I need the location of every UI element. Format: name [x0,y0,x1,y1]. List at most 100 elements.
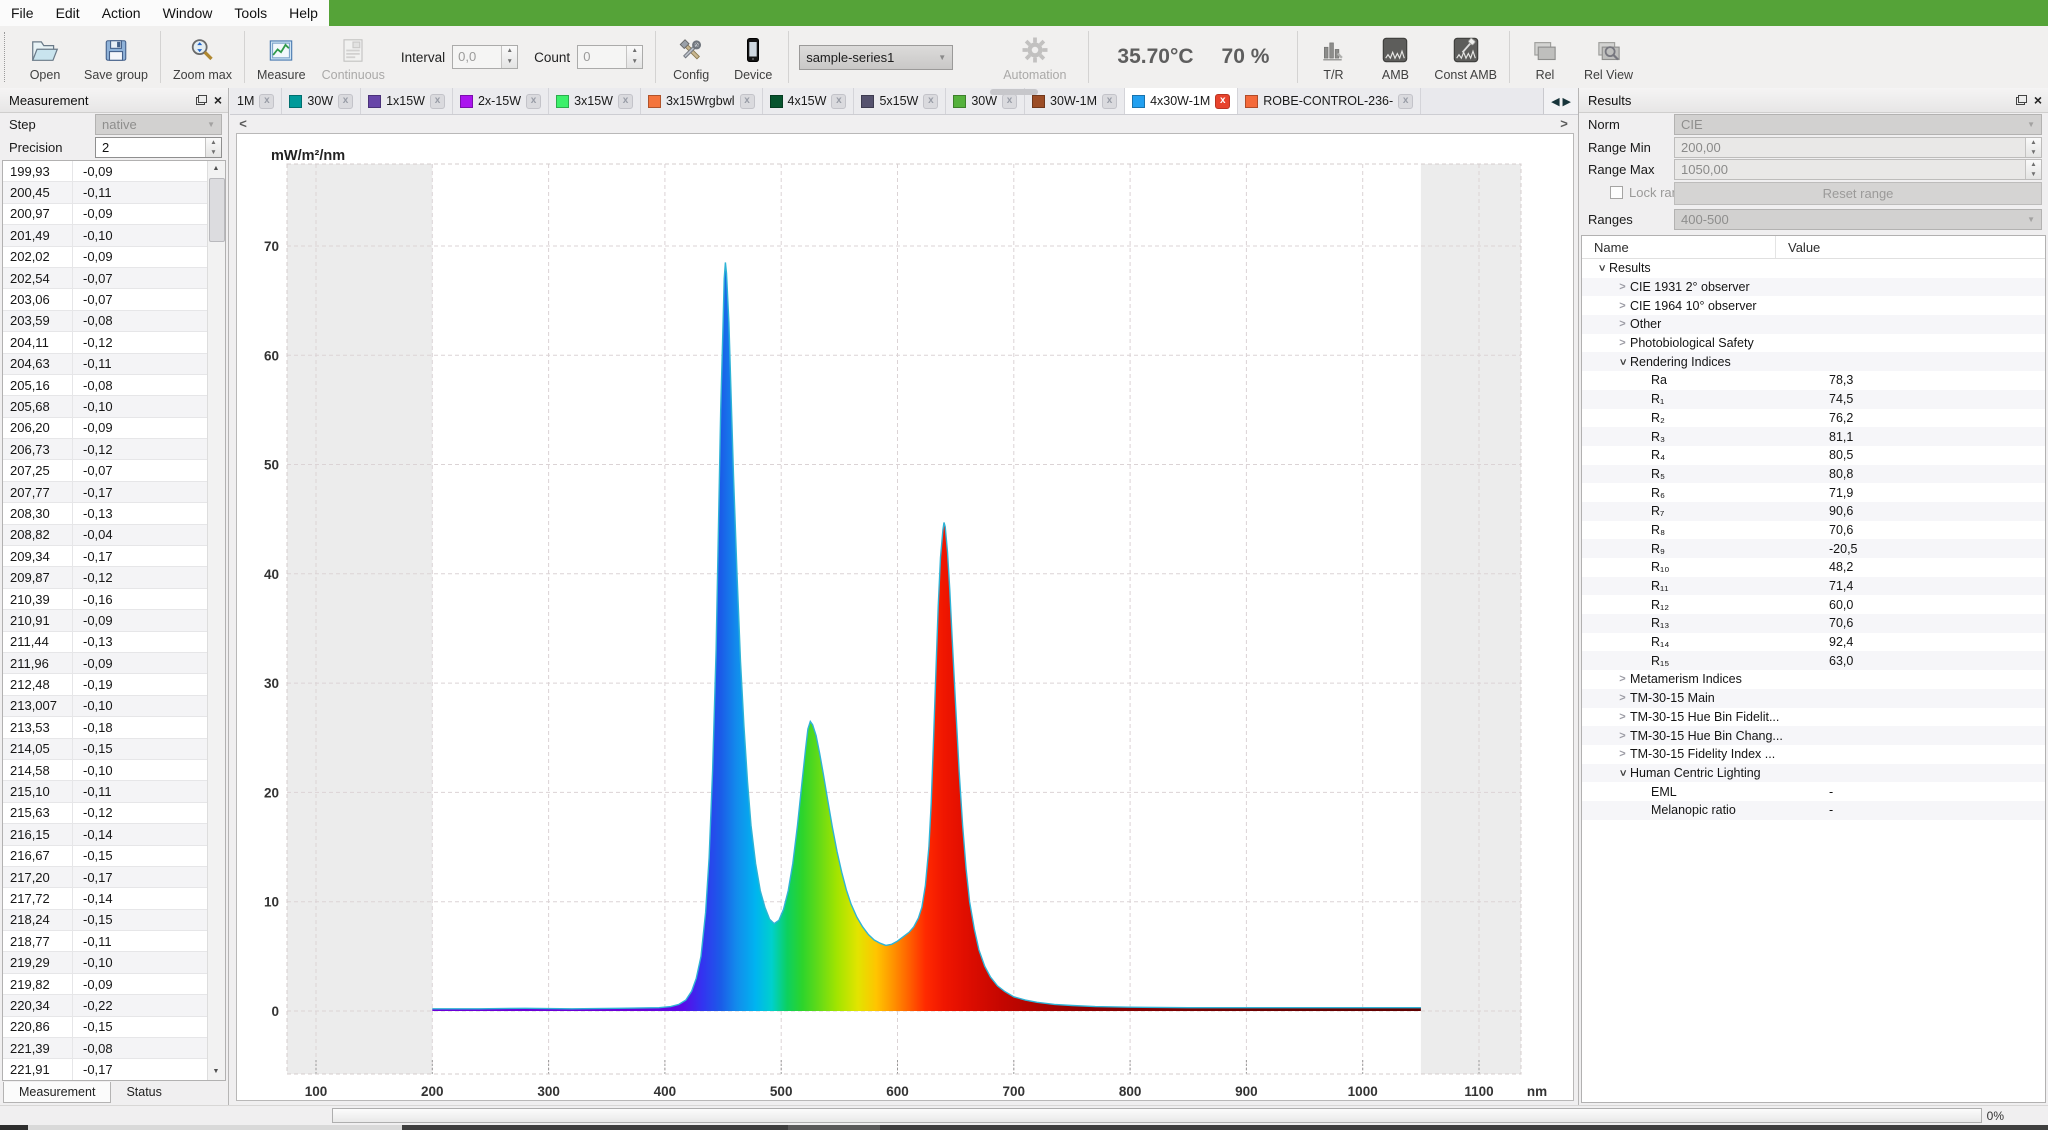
measurement-row[interactable]: 219,82-0,09 [3,974,208,995]
measurement-row[interactable]: 207,77-0,17 [3,482,208,503]
count-input[interactable]: 0 ▲▼ [577,45,643,69]
tree-row[interactable]: Melanopic ratio- [1582,801,2045,820]
menu-item-window[interactable]: Window [152,0,224,26]
measurement-row[interactable]: 210,39-0,16 [3,589,208,610]
scroll-down-icon[interactable]: ▼ [208,1064,224,1080]
tree-row[interactable]: R₁₂60,0 [1582,595,2045,614]
measurement-row[interactable]: 214,05-0,15 [3,739,208,760]
open-button[interactable]: Open [14,26,76,88]
measurement-row[interactable]: 205,16-0,08 [3,375,208,396]
interval-input[interactable]: 0,0 ▲▼ [452,45,518,69]
measurement-row[interactable]: 212,48-0,19 [3,674,208,695]
spin-up-icon[interactable]: ▲ [627,46,642,57]
amb-button[interactable]: AMB [1364,26,1426,88]
measurement-row[interactable]: 208,82-0,04 [3,525,208,546]
close-tab-icon[interactable]: x [1398,94,1413,109]
tree-row[interactable]: >TM-30-15 Main [1582,689,2045,708]
tree-row[interactable]: R₄80,5 [1582,446,2045,465]
menu-item-help[interactable]: Help [278,0,329,26]
series-select[interactable]: sample-series1 ▼ [799,45,953,70]
tree-row[interactable]: >Human Centric Lighting [1582,764,2045,783]
measurement-row[interactable]: 203,59-0,08 [3,311,208,332]
measurement-row[interactable]: 211,44-0,13 [3,632,208,653]
menu-item-action[interactable]: Action [91,0,152,26]
count-spinner[interactable]: ▲▼ [626,46,642,68]
measurement-row[interactable]: 206,20-0,09 [3,418,208,439]
device-button[interactable]: Device [722,26,784,88]
measurement-row[interactable]: 213,53-0,18 [3,717,208,738]
document-tab-2x-15w[interactable]: 2x-15Wx [453,88,549,114]
measurement-row[interactable]: 201,49-0,10 [3,225,208,246]
collapse-arrow-icon[interactable]: > [1617,766,1629,780]
measurement-row[interactable]: 220,86-0,15 [3,1017,208,1038]
scroll-up-icon[interactable]: ▲ [208,161,224,177]
tree-row[interactable]: >TM-30-15 Hue Bin Chang... [1582,726,2045,745]
document-tab-30w-1m[interactable]: 30W-1Mx [1025,88,1125,114]
measurement-row[interactable]: 204,63-0,11 [3,354,208,375]
spin-down-icon[interactable]: ▼ [206,148,221,158]
measurement-row[interactable]: 219,29-0,10 [3,952,208,973]
scrollbar-thumb[interactable] [209,178,225,242]
measurement-row[interactable]: 221,91-0,17 [3,1059,208,1080]
document-tab-3x15wrgbwl[interactable]: 3x15Wrgbwlx [641,88,763,114]
measurement-row[interactable]: 207,25-0,07 [3,460,208,481]
const-amb-button[interactable]: Const AMB [1426,26,1505,88]
norm-select[interactable]: CIE ▼ [1674,114,2042,135]
spin-down-icon[interactable]: ▼ [502,57,517,68]
measurement-row[interactable]: 214,58-0,10 [3,760,208,781]
tree-row[interactable]: R₆71,9 [1582,483,2045,502]
close-tab-icon[interactable]: x [338,94,353,109]
measurement-row[interactable]: 202,54-0,07 [3,268,208,289]
range-max-input[interactable]: 1050,00 ▲▼ [1674,159,2042,180]
rel-view-button[interactable]: Rel View [1576,26,1641,88]
spin-down-icon[interactable]: ▼ [2026,170,2041,180]
tabstrip-scroll-handle[interactable] [990,89,1038,95]
expand-arrow-icon[interactable]: > [1615,281,1630,293]
measurement-row[interactable]: 202,02-0,09 [3,247,208,268]
tree-row[interactable]: R₁74,5 [1582,390,2045,409]
step-select[interactable]: native ▼ [95,114,222,135]
document-tab-3x15w[interactable]: 3x15Wx [549,88,641,114]
measure-button[interactable]: Measure [249,26,314,88]
expand-arrow-icon[interactable]: > [1615,300,1630,312]
close-tab-icon[interactable]: x [430,94,445,109]
tree-row[interactable]: EML- [1582,782,2045,801]
document-tab-30w[interactable]: 30Wx [282,88,361,114]
config-button[interactable]: Config [660,26,722,88]
tree-row[interactable]: R₁₀48,2 [1582,558,2045,577]
tab-scroll-left-icon[interactable]: ◀ [1551,95,1559,108]
tree-row[interactable]: R₁₄92,4 [1582,633,2045,652]
document-tab-4x30w-1m[interactable]: 4x30W-1Mx [1125,88,1238,114]
measurement-row[interactable]: 200,45-0,11 [3,182,208,203]
document-tab-1x15w[interactable]: 1x15Wx [361,88,453,114]
tree-row[interactable]: R₇90,6 [1582,502,2045,521]
precision-spinner[interactable]: ▲▼ [205,138,221,157]
tab-status[interactable]: Status [111,1082,176,1102]
tab-scroll-right-icon[interactable]: ▶ [1563,95,1571,108]
measurement-row[interactable]: 218,24-0,15 [3,910,208,931]
expand-arrow-icon[interactable]: > [1615,730,1630,742]
spin-up-icon[interactable]: ▲ [2026,160,2041,170]
close-tab-icon[interactable]: x [1102,94,1117,109]
tab-measurement[interactable]: Measurement [3,1082,111,1103]
chart-collapse-right-icon[interactable]: > [1556,116,1572,131]
tree-row[interactable]: R₂76,2 [1582,409,2045,428]
float-panel-icon[interactable] [2016,95,2027,105]
tree-row[interactable]: R₁₅63,0 [1582,651,2045,670]
chart-collapse-left-icon[interactable]: < [235,116,251,131]
close-tab-icon[interactable]: x [1002,94,1017,109]
measurement-row[interactable]: 217,72-0,14 [3,888,208,909]
spin-down-icon[interactable]: ▼ [2026,148,2041,158]
measurement-row[interactable]: 210,91-0,09 [3,610,208,631]
expand-arrow-icon[interactable]: > [1615,337,1630,349]
spin-down-icon[interactable]: ▼ [627,57,642,68]
tree-row[interactable]: >CIE 1931 2° observer [1582,278,2045,297]
tr-button[interactable]: T/R [1302,26,1364,88]
measurement-row[interactable]: 215,10-0,11 [3,781,208,802]
tree-row[interactable]: R₁₁71,4 [1582,577,2045,596]
measurement-row[interactable]: 217,20-0,17 [3,867,208,888]
lock-range-checkbox[interactable] [1610,186,1623,199]
document-tab-5x15w[interactable]: 5x15Wx [854,88,946,114]
measurement-row[interactable]: 208,30-0,13 [3,503,208,524]
spin-up-icon[interactable]: ▲ [206,138,221,148]
